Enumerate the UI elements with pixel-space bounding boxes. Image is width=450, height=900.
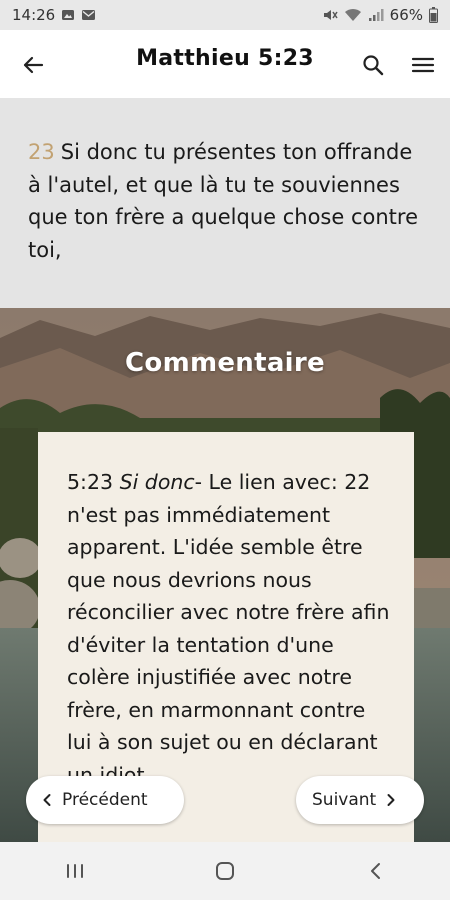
previous-label: Précédent <box>62 790 148 810</box>
status-bar: 14:26 66% <box>0 0 450 30</box>
chevron-right-icon <box>386 793 396 807</box>
verse-section: 23 Si donc tu présentes ton offrande à l'… <box>0 98 450 308</box>
commentary-heading: Commentaire <box>125 348 325 378</box>
home-icon[interactable] <box>195 851 255 891</box>
next-button[interactable]: Suivant <box>296 776 424 824</box>
commentary-italic: Si donc <box>119 470 195 494</box>
photo-icon <box>61 8 75 22</box>
recents-icon[interactable] <box>45 851 105 891</box>
wifi-icon <box>344 8 362 22</box>
verse-number: 23 <box>28 140 55 164</box>
verse-text: 23 Si donc tu présentes ton offrande à l'… <box>28 136 428 266</box>
previous-button[interactable]: Précédent <box>26 776 184 824</box>
status-time: 14:26 <box>12 6 56 24</box>
mute-icon <box>322 8 338 22</box>
chevron-left-icon <box>42 793 52 807</box>
next-label: Suivant <box>312 790 377 810</box>
system-nav-bar <box>0 842 450 900</box>
menu-icon[interactable] <box>408 50 438 80</box>
commentary-text: 5:23 Si donc- Le lien avec: 22 n'est pas… <box>67 466 390 791</box>
verse-body: Si donc tu présentes ton offrande à l'au… <box>28 140 418 262</box>
commentary-hero: Commentaire 5:23 Si donc- Le lien avec: … <box>0 308 450 842</box>
commentary-body: - Le lien avec: 22 n'est pas immédiateme… <box>67 470 390 787</box>
app-bar: Matthieu 5:23 <box>0 30 450 98</box>
battery-icon <box>429 7 438 23</box>
signal-icon <box>368 8 384 22</box>
mail-icon <box>81 8 96 22</box>
back-icon[interactable] <box>345 851 405 891</box>
search-icon[interactable] <box>358 50 388 80</box>
battery-percent: 66% <box>389 6 423 24</box>
commentary-ref: 5:23 <box>67 470 114 494</box>
